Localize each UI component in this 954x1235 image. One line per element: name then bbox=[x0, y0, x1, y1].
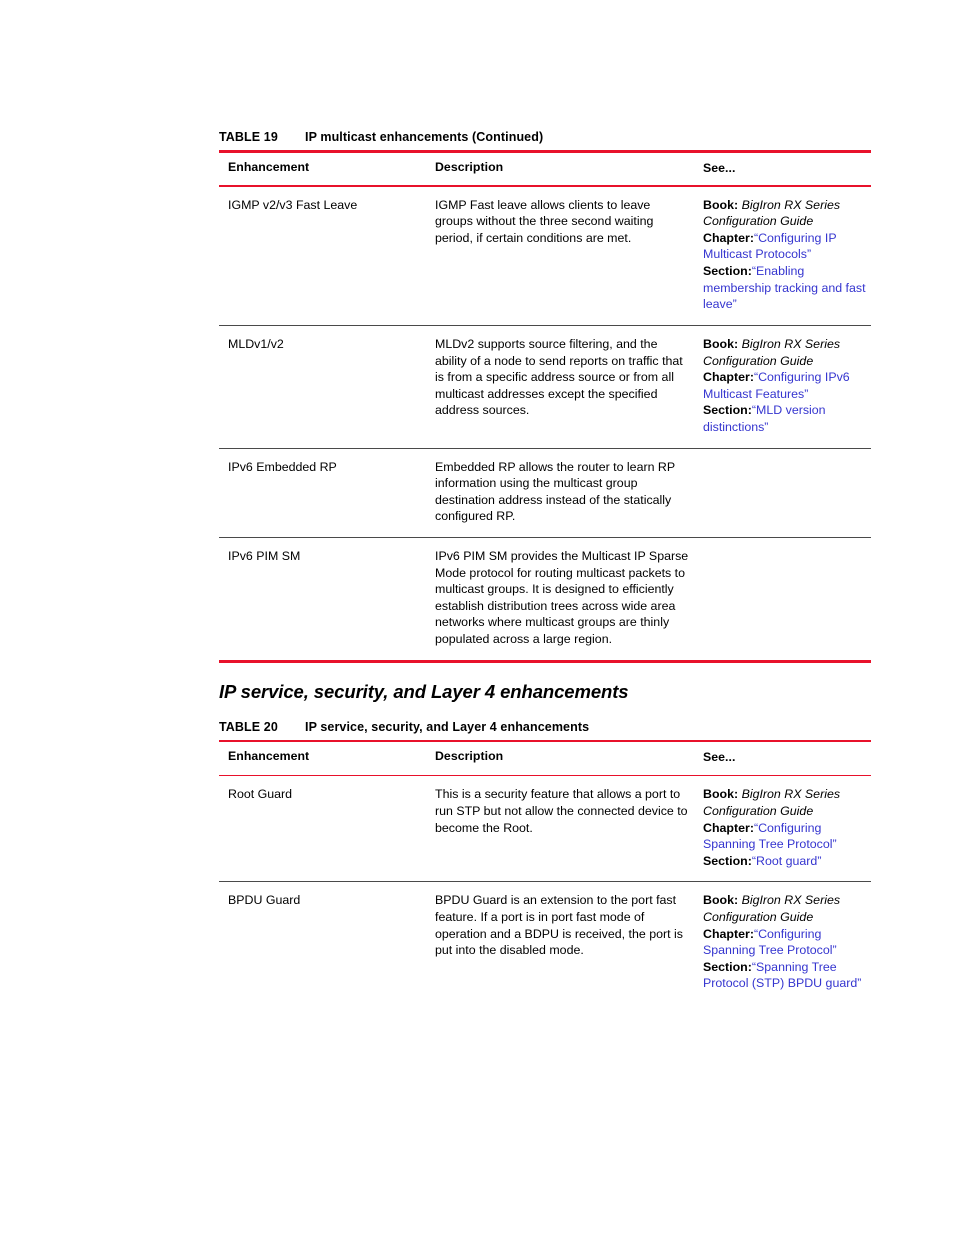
column-header-description: Description bbox=[435, 749, 504, 764]
see-section-line: Section:“Root guard” bbox=[703, 853, 871, 870]
see-book-line: Book: BigIron RX Series Configuration Gu… bbox=[703, 892, 871, 925]
cell-see bbox=[703, 459, 871, 525]
section-heading: IP service, security, and Layer 4 enhanc… bbox=[219, 680, 629, 702]
column-header-description: Description bbox=[435, 159, 504, 174]
cell-description: MLDv2 supports source filtering, and the… bbox=[435, 336, 683, 418]
see-section-link[interactable]: “Root guard” bbox=[752, 854, 822, 868]
table-20-header-row: Enhancement Description See... bbox=[219, 742, 871, 775]
table-20-title: IP service, security, and Layer 4 enhanc… bbox=[305, 719, 590, 734]
cell-description: This is a security feature that allows a… bbox=[435, 787, 688, 835]
see-book-label: Book: bbox=[703, 787, 739, 802]
see-section-line: Section:“Spanning Tree Protocol (STP) BP… bbox=[703, 959, 871, 992]
cell-see bbox=[703, 548, 871, 648]
see-book-line: Book: BigIron RX Series Configuration Gu… bbox=[703, 786, 871, 819]
cell-see: Book: BigIron RX Series Configuration Gu… bbox=[703, 197, 871, 313]
table-row: IGMP v2/v3 Fast Leave IGMP Fast leave al… bbox=[219, 187, 871, 325]
cell-see: Book: BigIron RX Series Configuration Gu… bbox=[703, 892, 871, 992]
see-chapter-label: Chapter: bbox=[703, 230, 754, 245]
table-20-caption: TABLE 20 IP service, security, and Layer… bbox=[219, 720, 871, 734]
cell-enhancement: IGMP v2/v3 Fast Leave bbox=[228, 197, 358, 212]
cell-description: IGMP Fast leave allows clients to leave … bbox=[435, 197, 654, 245]
table-row: IPv6 PIM SM IPv6 PIM SM provides the Mul… bbox=[219, 538, 871, 660]
see-chapter-line: Chapter:“Configuring IPv6 Multicast Feat… bbox=[703, 369, 871, 402]
see-chapter-label: Chapter: bbox=[703, 926, 754, 941]
see-chapter-label: Chapter: bbox=[703, 370, 754, 385]
cell-see: Book: BigIron RX Series Configuration Gu… bbox=[703, 336, 871, 436]
table-19-caption: TABLE 19 IP multicast enhancements (Cont… bbox=[219, 130, 871, 144]
page-content: TABLE 19 IP multicast enhancements (Cont… bbox=[219, 130, 871, 1004]
see-book-label: Book: bbox=[703, 197, 739, 212]
table-row: Root Guard This is a security feature th… bbox=[219, 776, 871, 881]
table-19-title: IP multicast enhancements (Continued) bbox=[305, 130, 544, 144]
see-chapter-line: Chapter:“Configuring Spanning Tree Proto… bbox=[703, 820, 871, 853]
cell-see: Book: BigIron RX Series Configuration Gu… bbox=[703, 786, 871, 869]
table-row: BPDU Guard BPDU Guard is an extension to… bbox=[219, 882, 871, 1004]
table-row: IPv6 Embedded RP Embedded RP allows the … bbox=[219, 449, 871, 537]
cell-description: BPDU Guard is an extension to the port f… bbox=[435, 893, 683, 958]
column-header-see: See... bbox=[703, 160, 736, 175]
document-page: TABLE 19 IP multicast enhancements (Cont… bbox=[0, 0, 954, 1235]
cell-description: IPv6 PIM SM provides the Multicast IP Sp… bbox=[435, 549, 689, 647]
column-header-enhancement: Enhancement bbox=[228, 749, 310, 764]
see-book-line: Book: BigIron RX Series Configuration Gu… bbox=[703, 336, 871, 369]
see-section-label: Section: bbox=[703, 853, 752, 868]
see-section-line: Section:“Enabling membership tracking an… bbox=[703, 263, 871, 313]
table-19-label: TABLE 19 bbox=[219, 130, 278, 144]
cell-enhancement: BPDU Guard bbox=[228, 893, 301, 908]
see-chapter-line: Chapter:“Configuring IP Multicast Protoc… bbox=[703, 230, 871, 263]
table-20-label: TABLE 20 bbox=[219, 719, 278, 734]
table-row: MLDv1/v2 MLDv2 supports source filtering… bbox=[219, 326, 871, 448]
see-chapter-label: Chapter: bbox=[703, 820, 754, 835]
see-book-label: Book: bbox=[703, 336, 739, 351]
table-20-block: TABLE 20 IP service, security, and Layer… bbox=[219, 720, 871, 1004]
see-section-label: Section: bbox=[703, 403, 752, 418]
cell-enhancement: IPv6 PIM SM bbox=[228, 549, 301, 564]
see-section-label: Section: bbox=[703, 959, 752, 974]
cell-enhancement: IPv6 Embedded RP bbox=[228, 459, 337, 474]
cell-description: Embedded RP allows the router to learn R… bbox=[435, 459, 675, 524]
see-section-line: Section:“MLD version distinctions” bbox=[703, 402, 871, 435]
table-19-block: TABLE 19 IP multicast enhancements (Cont… bbox=[219, 130, 871, 663]
see-chapter-line: Chapter:“Configuring Spanning Tree Proto… bbox=[703, 926, 871, 959]
see-book-line: Book: BigIron RX Series Configuration Gu… bbox=[703, 197, 871, 230]
see-book-label: Book: bbox=[703, 893, 739, 908]
see-section-label: Section: bbox=[703, 264, 752, 279]
column-header-enhancement: Enhancement bbox=[228, 159, 310, 174]
cell-enhancement: Root Guard bbox=[228, 787, 293, 802]
cell-enhancement: MLDv1/v2 bbox=[228, 336, 284, 351]
table-19-header-row: Enhancement Description See... bbox=[219, 153, 871, 186]
column-header-see: See... bbox=[703, 750, 736, 765]
